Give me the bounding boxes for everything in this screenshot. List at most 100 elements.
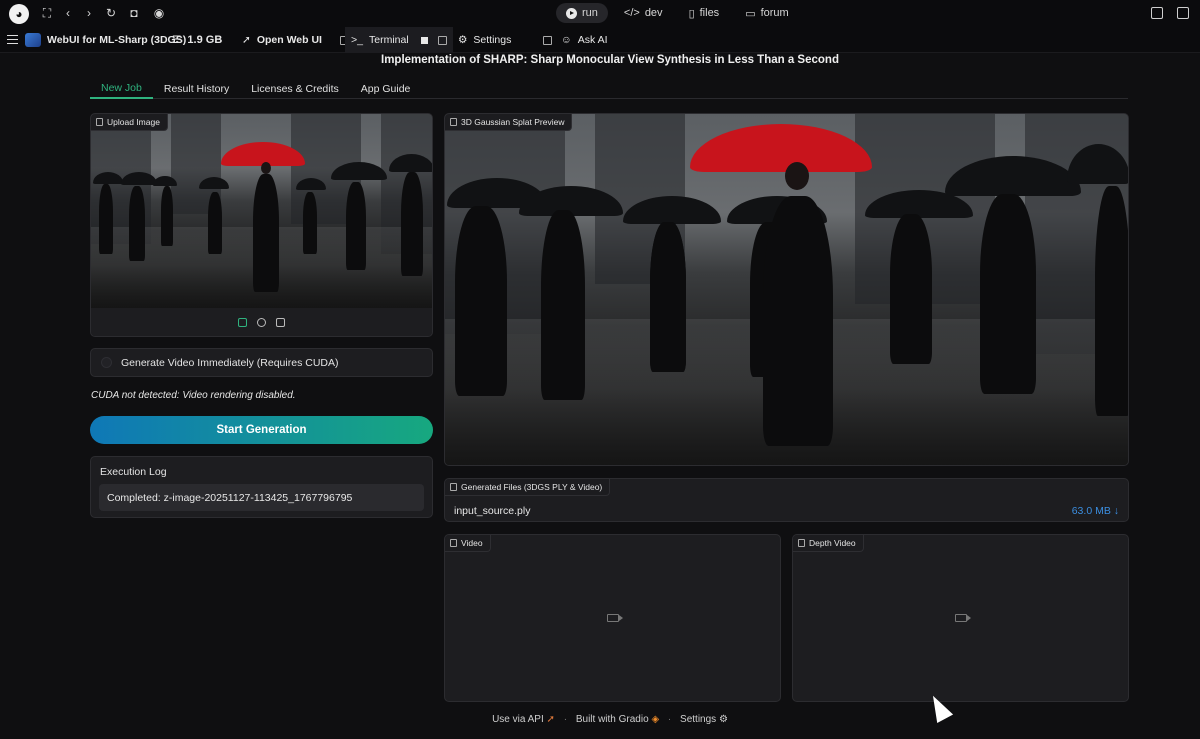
generated-files-label-text: Generated Files (3DGS PLY & Video) <box>461 482 603 492</box>
chat-icon: ▭ <box>745 7 756 20</box>
checkbox-indicator[interactable] <box>101 357 112 368</box>
depth-video-label: Depth Video <box>793 535 864 552</box>
tab-run-label: run <box>582 7 598 19</box>
menu-icon[interactable] <box>7 35 18 44</box>
gear-icon: ⚙ <box>718 714 728 725</box>
gradio-logo-icon: ◈ <box>651 714 660 725</box>
footer-settings-link[interactable]: Settings <box>680 714 716 725</box>
video-panel: Video <box>444 534 781 702</box>
generate-video-label: Generate Video Immediately (Requires CUD… <box>121 356 339 369</box>
image-icon <box>96 118 103 126</box>
upload-image-label-text: Upload Image <box>107 117 160 127</box>
execution-log-field[interactable]: Completed: z-image-20251127-113425_17677… <box>99 484 424 511</box>
execution-log-title: Execution Log <box>100 466 167 478</box>
file-name[interactable]: input_source.ply <box>454 505 530 517</box>
tab-run[interactable]: run <box>556 3 608 23</box>
rocket-icon: ➚ <box>546 714 555 725</box>
open-webui-label: Open Web UI <box>256 34 322 46</box>
file-row[interactable]: input_source.ply 63.0 MB ↓ <box>445 499 1128 521</box>
center-tabs: run </> dev ▯ files ▭ forum <box>556 3 799 23</box>
video-label-text: Video <box>461 538 483 548</box>
tab-forum-label: forum <box>760 7 789 19</box>
upload-icon[interactable] <box>238 317 247 327</box>
generate-video-checkbox[interactable]: Generate Video Immediately (Requires CUD… <box>90 348 433 377</box>
ask-ai-button[interactable]: ☺ Ask AI <box>561 27 608 53</box>
storage-indicator: ☰ 1.9 GB <box>172 27 222 53</box>
tab-result-history[interactable]: Result History <box>153 79 240 99</box>
app-toolbar: WebUI for ML-Sharp (3DGS) ☰ 1.9 GB ➚ Ope… <box>0 27 1200 53</box>
tab-new-job[interactable]: New Job <box>90 79 153 99</box>
code-icon: </> <box>623 7 640 19</box>
tab-app-guide[interactable]: App Guide <box>350 79 422 99</box>
storage-value: 1.9 GB <box>187 34 223 46</box>
app-name: WebUI for ML-Sharp (3DGS) <box>47 34 187 46</box>
splat-preview-label-text: 3D Gaussian Splat Preview <box>461 117 565 127</box>
start-generation-button[interactable]: Start Generation <box>90 416 433 444</box>
eye-icon[interactable]: ◉ <box>152 6 166 20</box>
robot-icon: ☺ <box>561 34 572 46</box>
external-link-icon[interactable] <box>543 35 553 45</box>
gear-icon: ⚙ <box>458 34 468 46</box>
open-webui-button[interactable]: ➚ Open Web UI <box>242 27 349 53</box>
file-size-download-link[interactable]: 63.0 MB ↓ <box>1072 505 1119 517</box>
splat-preview-image <box>445 114 1128 465</box>
forward-icon[interactable]: › <box>82 6 96 20</box>
file-icon <box>450 118 457 126</box>
video-icon <box>798 539 805 547</box>
depth-video-label-text: Depth Video <box>809 538 856 548</box>
tab-dev-label: dev <box>644 7 663 19</box>
rocket-icon: ➚ <box>242 34 251 46</box>
fullscreen-icon[interactable]: ⛶ <box>40 6 54 20</box>
footer-separator: · <box>563 714 568 725</box>
video-label: Video <box>445 535 491 552</box>
terminal-icon: >_ <box>351 34 363 46</box>
generated-files-panel: Generated Files (3DGS PLY & Video) input… <box>444 478 1129 522</box>
splat-preview-panel[interactable]: 3D Gaussian Splat Preview ↓ <box>444 113 1129 466</box>
webcam-icon[interactable] <box>257 317 266 327</box>
play-circle-icon <box>566 7 577 19</box>
tab-dev[interactable]: </> dev <box>614 3 673 23</box>
browser-topbar: ◕ ⛶ ‹ › ↻ ◘ ◉ run </> dev ▯ files ▭ foru… <box>0 0 1200 27</box>
tab-files-label: files <box>699 7 720 19</box>
tab-files[interactable]: ▯ files <box>679 3 730 23</box>
reload-icon[interactable]: ↻ <box>104 6 118 20</box>
generated-files-label: Generated Files (3DGS PLY & Video) <box>445 479 611 496</box>
clipboard-icon[interactable] <box>276 317 285 327</box>
main-tabs: New Job Result History Licenses & Credit… <box>90 79 1128 99</box>
terminal-button[interactable]: >_ Terminal <box>345 27 453 53</box>
footer: Use via API ➚ · Built with Gradio ◈ · Se… <box>0 714 1200 725</box>
uploaded-image <box>91 114 432 308</box>
app-logo[interactable]: ◕ <box>9 4 29 24</box>
tab-forum[interactable]: ▭ forum <box>735 3 799 23</box>
footer-separator: · <box>667 714 672 725</box>
ask-ai-label: Ask AI <box>577 34 608 46</box>
camera-icon[interactable]: ◘ <box>127 6 141 20</box>
stop-icon[interactable] <box>420 36 428 44</box>
external-link-icon[interactable] <box>437 35 447 45</box>
page-title: Implementation of SHARP: Sharp Monocular… <box>381 54 839 66</box>
database-icon: ☰ <box>172 34 182 46</box>
depth-video-placeholder-icon <box>954 614 971 622</box>
cuda-note: CUDA not detected: Video rendering disab… <box>91 390 296 401</box>
video-icon <box>450 539 457 547</box>
tab-licenses-credits[interactable]: Licenses & Credits <box>240 79 350 99</box>
settings-label: Settings <box>473 34 512 46</box>
app-icon <box>25 33 41 47</box>
terminal-label: Terminal <box>368 34 409 46</box>
video-placeholder-icon <box>606 614 623 622</box>
splat-preview-label: 3D Gaussian Splat Preview <box>445 114 573 131</box>
depth-video-panel: Depth Video <box>792 534 1129 702</box>
sidebar-toggle-icon[interactable] <box>1177 7 1189 19</box>
app-title[interactable]: WebUI for ML-Sharp (3DGS) <box>25 27 186 53</box>
image-source-bar <box>91 308 432 336</box>
upload-image-panel[interactable]: Upload Image ⛶ ✕ <box>90 113 433 337</box>
upload-image-label: Upload Image <box>91 114 168 131</box>
file-icon: ▯ <box>688 7 695 20</box>
use-via-api-link[interactable]: Use via API <box>492 714 544 725</box>
split-view-icon[interactable] <box>1151 7 1163 19</box>
built-with-gradio-link[interactable]: Built with Gradio <box>576 714 649 725</box>
file-icon <box>450 483 457 491</box>
execution-log-panel: Execution Log Completed: z-image-2025112… <box>90 456 433 518</box>
settings-button[interactable]: ⚙ Settings <box>458 27 553 53</box>
back-icon[interactable]: ‹ <box>61 6 75 20</box>
